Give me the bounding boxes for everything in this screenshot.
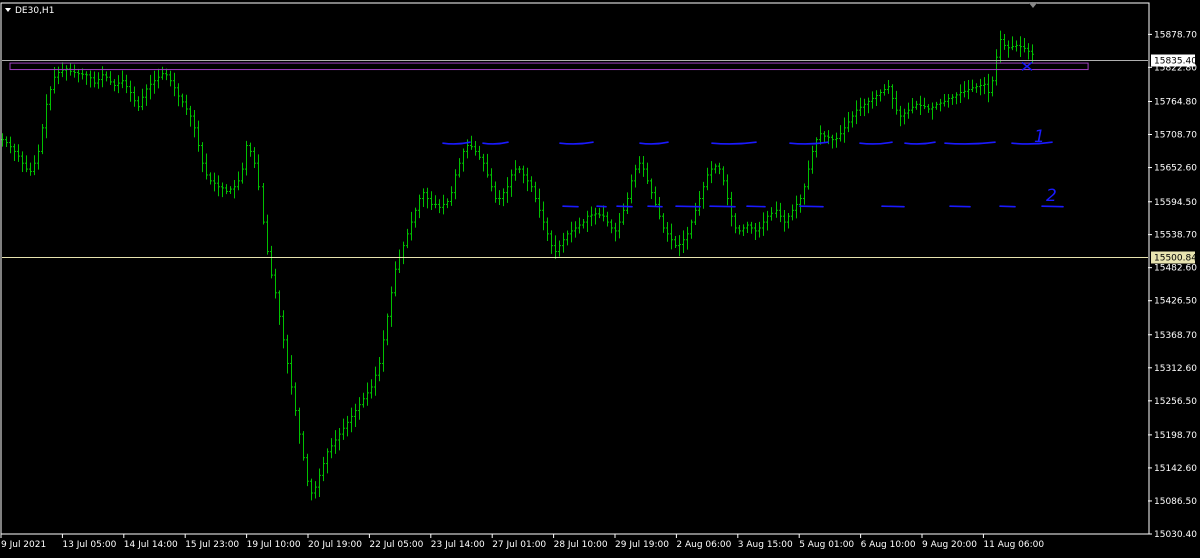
y-tick-label: 15030.40 — [1154, 530, 1197, 540]
annotation-dash-2 — [949, 205, 971, 208]
annotation-dash-2 — [562, 205, 579, 208]
annotation-label-1: 1 — [1034, 127, 1045, 147]
x-tick-label: 20 Jul 19:00 — [308, 540, 362, 550]
annotation-dash-2 — [647, 205, 663, 208]
level-price-label: 15500.84 — [1151, 251, 1197, 264]
x-tick-label: 23 Jul 14:00 — [431, 540, 485, 550]
annotation-dash-2 — [616, 205, 633, 208]
y-tick-label: 15256.50 — [1154, 397, 1197, 407]
y-tick-label: 15538.70 — [1154, 231, 1197, 241]
x-tick-label: 2 Aug 06:00 — [676, 540, 731, 550]
annotation-label-2: 2 — [1046, 186, 1057, 206]
annotation-dash-2 — [1041, 205, 1064, 208]
x-tick-label: 11 Aug 06:00 — [983, 540, 1044, 550]
y-tick-label: 15312.60 — [1154, 364, 1197, 374]
x-tick-label: 28 Jul 10:00 — [554, 540, 608, 550]
x-tick-label: 5 Aug 01:00 — [799, 540, 854, 550]
x-tick-label: 14 Jul 14:00 — [124, 540, 178, 550]
x-tick-label: 15 Jul 23:00 — [185, 540, 239, 550]
y-tick-label: 15368.70 — [1154, 331, 1197, 341]
price-chart[interactable]: 12 15878.7015822.8015764.8015708.7015652… — [0, 0, 1200, 554]
y-tick-label: 15086.50 — [1154, 497, 1197, 507]
annotation-dash-2 — [799, 205, 824, 208]
x-tick-label: 9 Aug 20:00 — [922, 540, 977, 550]
chart-background — [0, 0, 1200, 554]
x-tick-label: 6 Aug 10:00 — [861, 540, 916, 550]
x-tick-label: 9 Jul 2021 — [1, 540, 46, 550]
x-tick-label: 27 Jul 01:00 — [492, 540, 546, 550]
x-tick-label: 22 Jul 05:00 — [369, 540, 423, 550]
level-price-label-text: 15500.84 — [1154, 254, 1197, 264]
y-tick-label: 15878.70 — [1154, 30, 1197, 40]
y-tick-label: 15142.60 — [1154, 464, 1197, 474]
current-price-label-text: 15835.40 — [1154, 57, 1197, 67]
y-tick-label: 15594.50 — [1154, 198, 1197, 208]
x-tick-label: 19 Jul 10:00 — [247, 540, 301, 550]
annotation-dash-2 — [596, 205, 607, 208]
annotation-dash-2 — [999, 205, 1016, 208]
x-tick-label: 13 Jul 05:00 — [62, 540, 116, 550]
y-tick-label: 15652.60 — [1154, 164, 1197, 174]
y-tick-label: 15426.50 — [1154, 297, 1197, 307]
annotation-dash-2 — [709, 205, 736, 208]
y-tick-label: 15198.70 — [1154, 431, 1197, 441]
y-tick-label: 15708.70 — [1154, 131, 1197, 141]
annotation-dash-2 — [675, 205, 701, 208]
chart-root: 12 15878.70 15822.80 15764.80 15708.70 15652… — [0, 0, 1200, 554]
x-tick-label: 3 Aug 15:00 — [738, 540, 793, 550]
x-tick-label: 29 Jul 19:00 — [615, 540, 669, 550]
y-tick-label: 15764.80 — [1154, 97, 1197, 107]
annotation-dash-2 — [746, 205, 766, 208]
y-tick-label: 15482.60 — [1154, 264, 1197, 274]
symbol-label: DE30,H1 — [15, 6, 54, 16]
annotation-dash-2 — [881, 205, 905, 208]
current-price-label: 15835.40 — [1151, 54, 1197, 67]
